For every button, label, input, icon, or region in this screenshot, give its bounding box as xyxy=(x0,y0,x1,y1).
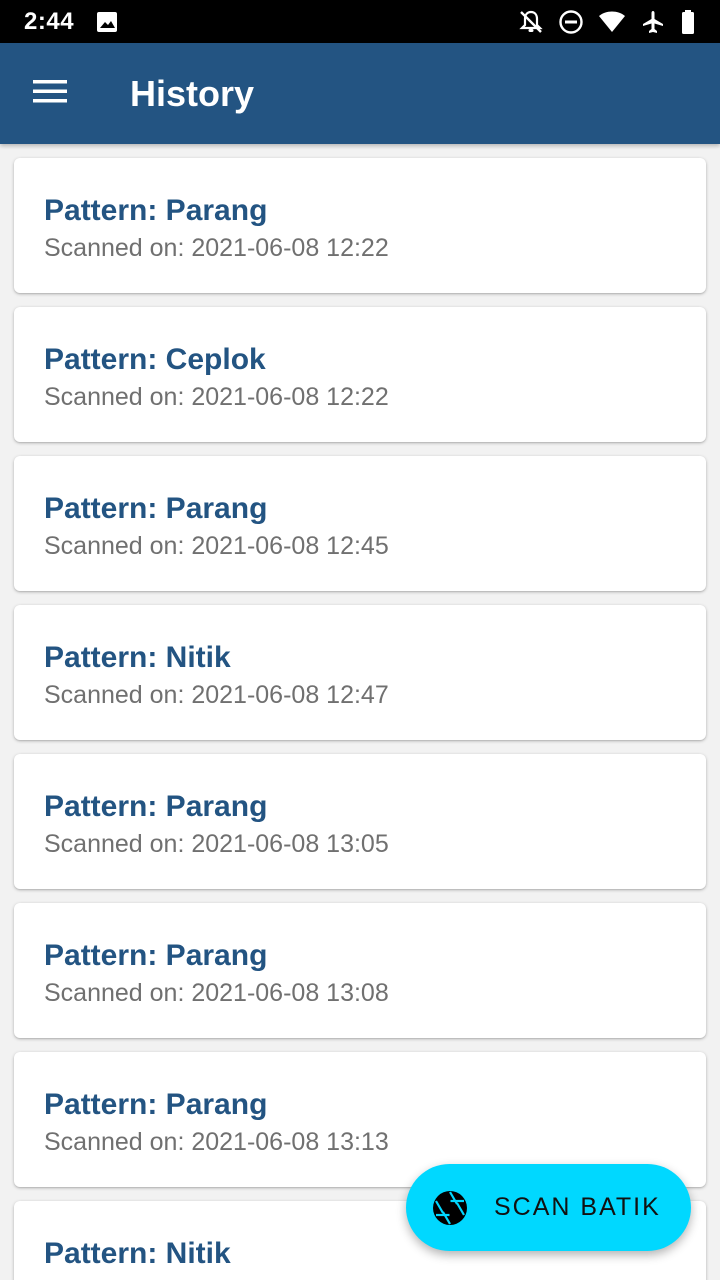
status-bar: 2:44 xyxy=(0,0,720,43)
scanned-date: Scanned on: 2021-06-08 12:47 xyxy=(44,681,389,709)
image-icon xyxy=(96,11,118,33)
scanned-date: Scanned on: 2021-06-08 13:08 xyxy=(44,979,389,1007)
pattern-title: Pattern: Ceplok xyxy=(44,343,266,376)
battery-icon xyxy=(680,9,696,35)
status-time: 2:44 xyxy=(24,7,75,35)
airplane-icon xyxy=(640,9,666,35)
scanned-date: Scanned on: 2021-06-08 12:22 xyxy=(44,234,389,262)
do-not-disturb-icon xyxy=(558,9,584,35)
scanned-date: Scanned on: 2021-06-08 12:45 xyxy=(44,532,389,560)
scan-batik-button[interactable]: SCAN BATIK xyxy=(406,1164,691,1251)
pattern-title: Pattern: Parang xyxy=(44,492,268,525)
history-card[interactable]: Pattern: Parang Scanned on: 2021-06-08 1… xyxy=(14,754,706,889)
pattern-title: Pattern: Parang xyxy=(44,939,268,972)
wifi-icon xyxy=(598,10,626,34)
notifications-off-icon xyxy=(518,9,544,35)
history-card[interactable]: Pattern: Ceplok Scanned on: 2021-06-08 1… xyxy=(14,307,706,442)
history-card[interactable]: Pattern: Nitik Scanned on: 2021-06-08 12… xyxy=(14,605,706,740)
camera-aperture-icon xyxy=(431,1189,469,1227)
history-card[interactable]: Pattern: Parang Scanned on: 2021-06-08 1… xyxy=(14,903,706,1038)
scan-batik-label: SCAN BATIK xyxy=(494,1193,661,1221)
pattern-title: Pattern: Parang xyxy=(44,1088,268,1121)
hamburger-menu-icon xyxy=(33,79,67,108)
pattern-title: Pattern: Parang xyxy=(44,790,268,823)
history-card[interactable]: Pattern: Parang Scanned on: 2021-06-08 1… xyxy=(14,456,706,591)
scanned-date: Scanned on: 2021-06-08 12:22 xyxy=(44,383,389,411)
status-icons xyxy=(518,9,696,35)
history-card[interactable]: Pattern: Parang Scanned on: 2021-06-08 1… xyxy=(14,158,706,293)
scanned-date: Scanned on: 2021-06-08 13:05 xyxy=(44,830,389,858)
history-list[interactable]: Pattern: Parang Scanned on: 2021-06-08 1… xyxy=(0,144,720,1280)
scanned-date: Scanned on: 2021-06-08 13:13 xyxy=(44,1128,389,1156)
app-bar: History xyxy=(0,43,720,144)
pattern-title: Pattern: Parang xyxy=(44,194,268,227)
page-title: History xyxy=(130,72,255,114)
pattern-title: Pattern: Nitik xyxy=(44,641,231,674)
menu-button[interactable] xyxy=(0,43,100,144)
